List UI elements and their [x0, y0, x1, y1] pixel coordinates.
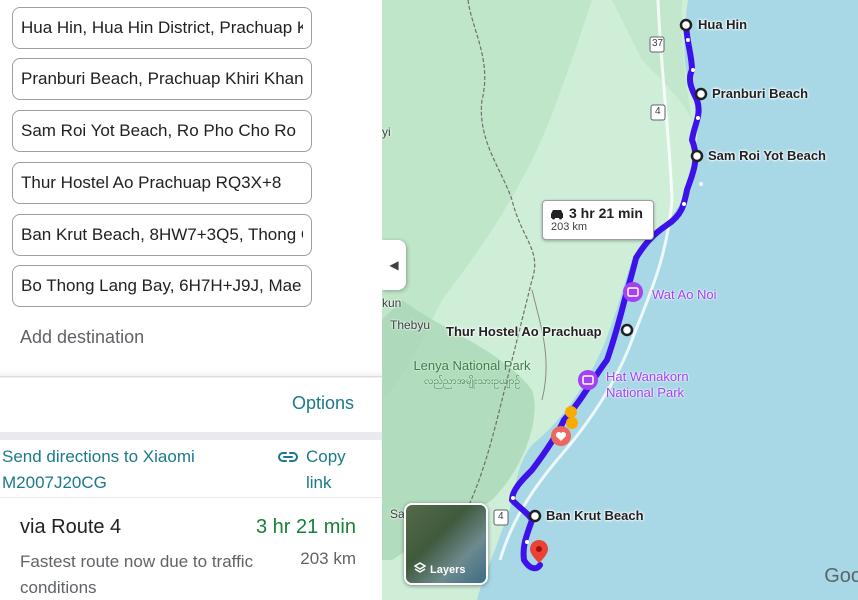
- waypoint-marker[interactable]: [679, 18, 693, 32]
- layers-button[interactable]: Layers: [404, 503, 488, 585]
- layers-icon: [413, 562, 427, 577]
- copy-link-label: Copy link: [306, 447, 346, 492]
- route-time: 3 hr 21 min: [255, 516, 356, 538]
- place-fragment: kun: [382, 296, 402, 310]
- map-canvas[interactable]: ◀ 37 4 4 Hua Hin Pranburi Beach Sam Roi …: [382, 0, 858, 600]
- car-icon: [549, 207, 565, 220]
- app-root: Add destination Options Send directions …: [0, 0, 858, 600]
- section-separator: [0, 432, 382, 440]
- place-label-sam-roi-yot[interactable]: Sam Roi Yot Beach: [708, 148, 826, 163]
- place-fragment: yi: [382, 125, 391, 139]
- waypoint-marker[interactable]: [694, 87, 708, 101]
- route-name[interactable]: via Route 4: [20, 516, 121, 539]
- park-name: Lenya National Park: [413, 358, 531, 373]
- route-dot: [696, 116, 700, 120]
- waypoint-input-3[interactable]: [12, 110, 312, 152]
- route-dot: [511, 496, 515, 500]
- place-label-ban-krut[interactable]: Ban Krut Beach: [546, 508, 644, 523]
- poi-label-wat-ao-noi[interactable]: Wat Ao Noi: [652, 287, 717, 303]
- waypoint-field[interactable]: [13, 266, 311, 306]
- route-dot: [686, 38, 690, 42]
- route-dot: [525, 540, 529, 544]
- waypoint-input-1[interactable]: [12, 7, 312, 49]
- poi-label-hat-wanakorn[interactable]: Hat Wanakorn National Park: [606, 369, 706, 401]
- waypoint-field[interactable]: [13, 215, 311, 255]
- waypoint-field[interactable]: [13, 111, 311, 151]
- route-dot: [699, 182, 703, 186]
- place-label-hua-hin[interactable]: Hua Hin: [698, 17, 747, 32]
- place-label-thur-hostel[interactable]: Thur Hostel Ao Prachuap: [446, 324, 602, 339]
- directions-panel: Add destination Options Send directions …: [0, 0, 382, 600]
- waypoint-marker[interactable]: [620, 323, 634, 337]
- layers-label-wrap: Layers: [413, 562, 466, 577]
- google-logo: Goo: [824, 565, 858, 587]
- route-time-card[interactable]: 3 hr 21 min 203 km: [542, 200, 654, 240]
- add-destination-button[interactable]: Add destination: [20, 327, 144, 348]
- route-dot: [691, 68, 695, 72]
- waypoint-field[interactable]: [13, 8, 311, 48]
- waypoint-input-5[interactable]: [12, 214, 312, 256]
- time-card-time: 3 hr 21 min: [569, 205, 643, 221]
- link-icon: [278, 444, 300, 470]
- road-shield-label: 4: [655, 106, 661, 117]
- pin-dot: [536, 546, 542, 552]
- send-directions-link[interactable]: Send directions to Xiaomi M2007J20CG: [2, 444, 262, 496]
- waypoint-input-2[interactable]: [12, 58, 312, 100]
- waypoint-field[interactable]: [13, 59, 311, 99]
- waypoint-marker[interactable]: [690, 149, 704, 163]
- collapse-panel-button[interactable]: ◀: [382, 240, 406, 290]
- waypoint-input-4[interactable]: [12, 162, 312, 204]
- waypoint-field[interactable]: [13, 163, 311, 203]
- road-shield-label: 4: [498, 511, 504, 522]
- chevron-left-icon: ◀: [389, 258, 399, 272]
- divider: [0, 376, 382, 377]
- route-distance: 203 km: [300, 549, 356, 568]
- time-card-distance: 203 km: [551, 221, 588, 233]
- waypoint-marker[interactable]: [528, 509, 542, 523]
- copy-link-button[interactable]: Copy link: [278, 444, 366, 496]
- time-card-title: 3 hr 21 min: [549, 205, 647, 221]
- camera-icon[interactable]: [623, 282, 643, 302]
- place-label-pranburi[interactable]: Pranburi Beach: [712, 86, 808, 101]
- park-label-lenya: Lenya National Park လည်ညာအမျိုးသားဥယျာဉ်: [412, 358, 532, 390]
- camera-icon[interactable]: [578, 370, 598, 390]
- place-fragment: Thebyu: [390, 318, 431, 332]
- layers-label: Layers: [430, 563, 466, 576]
- park-name-burmese: လည်ညာအမျိုးသားဥယျာဉ်: [423, 376, 521, 387]
- route-description: Fastest route now due to traffic conditi…: [20, 552, 254, 597]
- road-shield-label: 37: [652, 38, 664, 49]
- warning-icon[interactable]: [565, 406, 577, 418]
- route-dot: [682, 202, 686, 206]
- waypoint-input-6[interactable]: [12, 265, 312, 307]
- options-button[interactable]: Options: [292, 393, 354, 414]
- warning-icon[interactable]: [566, 417, 578, 429]
- divider: [0, 497, 382, 498]
